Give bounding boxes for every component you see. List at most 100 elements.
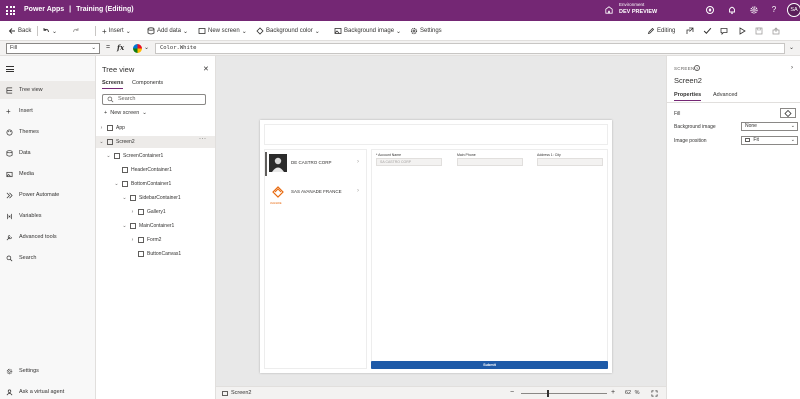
environment-name[interactable]: DEV PREVIEW	[619, 9, 657, 15]
back-button[interactable]: Back	[8, 26, 31, 36]
app-checker-icon[interactable]	[703, 26, 712, 36]
search-icon	[6, 255, 13, 261]
add-data-button[interactable]: Add data ⌄	[147, 26, 188, 36]
background-image-button[interactable]: Background image ⌄	[334, 26, 401, 36]
image-position-label: Image position	[674, 138, 707, 144]
current-screen[interactable]: Screen2	[222, 390, 252, 396]
fill-color-button[interactable]	[780, 108, 796, 118]
control-name[interactable]: Screen2	[674, 76, 702, 85]
zoom-slider-thumb[interactable]	[547, 390, 549, 397]
tree-node-main-container[interactable]: ⌄ MainContainer1	[122, 220, 174, 232]
image-position-dropdown[interactable]: Fit ⌄	[741, 136, 798, 145]
collapse-pane-icon[interactable]: ›	[791, 65, 793, 71]
tree-node-form[interactable]: › Form2	[130, 234, 161, 246]
copilot-icon[interactable]	[705, 5, 715, 15]
gear-icon	[410, 27, 418, 35]
container-icon	[122, 181, 128, 187]
user-avatar[interactable]: SA	[787, 3, 800, 17]
comments-icon[interactable]	[720, 26, 728, 36]
nav-item-variables[interactable]: Variables	[0, 207, 95, 225]
canvas-area[interactable]: DE CASTRO CORP › SAS AVANADE FRANCE › AV…	[216, 56, 666, 386]
play-icon[interactable]	[738, 26, 746, 36]
media-icon	[6, 171, 13, 177]
screen-icon	[107, 139, 113, 145]
nav-item-search[interactable]: Search	[0, 249, 95, 267]
share-icon[interactable]	[686, 26, 694, 36]
zoom-slider[interactable]	[521, 390, 607, 397]
editing-status[interactable]: Editing	[647, 26, 675, 36]
more-options-icon[interactable]: ···	[199, 136, 207, 142]
background-color-button[interactable]: Background color ⌄	[256, 26, 320, 36]
nav-item-themes[interactable]: Themes	[0, 123, 95, 141]
environment-icon	[605, 6, 613, 14]
expand-formula-icon[interactable]: ⌄	[789, 44, 794, 51]
chevron-down-icon: ⌄	[396, 28, 402, 35]
redo-button[interactable]	[72, 26, 80, 36]
property-dropdown[interactable]: Fill ⌄	[6, 43, 100, 54]
help-icon[interactable]: ?	[769, 5, 779, 15]
nav-item-insert[interactable]: + Insert	[0, 102, 95, 120]
notifications-icon[interactable]	[727, 5, 737, 15]
nav-item-advanced-tools[interactable]: Advanced tools	[0, 228, 95, 246]
new-screen-button[interactable]: + New screen ⌄	[104, 110, 147, 116]
zoom-in-button[interactable]: +	[611, 389, 615, 396]
color-picker-icon[interactable]	[133, 44, 142, 53]
hamburger-menu-icon[interactable]	[6, 66, 14, 72]
tree-node-gallery[interactable]: › Gallery1	[130, 206, 166, 218]
nav-item-virtual-agent[interactable]: Ask a virtual agent	[0, 383, 95, 399]
plus-icon: +	[102, 26, 107, 36]
nav-item-data[interactable]: Data	[0, 144, 95, 162]
gallery-item[interactable]: DE CASTRO CORP ›	[265, 150, 366, 179]
left-navigation: Tree view + Insert Themes Data Media Pow…	[0, 56, 96, 399]
nav-item-power-automate[interactable]: Power Automate	[0, 186, 95, 204]
tree-node-app[interactable]: › App	[99, 122, 125, 134]
sidebar-container[interactable]: DE CASTRO CORP › SAS AVANADE FRANCE › AV…	[264, 149, 367, 369]
tree-node-screen-container[interactable]: ⌄ ScreenContainer1	[106, 150, 163, 162]
new-screen-button[interactable]: New screen ⌄	[198, 26, 247, 36]
tree-node-sidebar-container[interactable]: ⌄ SidebarContainer1	[122, 192, 181, 204]
submit-button[interactable]: Submit	[371, 361, 608, 369]
profile-photo	[269, 154, 287, 172]
save-icon[interactable]	[755, 26, 763, 36]
formula-input[interactable]: Color.White	[155, 43, 785, 54]
chevron-right-icon[interactable]: ›	[357, 188, 359, 194]
nav-item-settings[interactable]: Settings	[0, 362, 95, 380]
settings-icon[interactable]	[749, 5, 759, 15]
publish-icon[interactable]	[772, 26, 780, 36]
chevron-down-icon: ⌄	[790, 123, 795, 129]
chevron-down-icon[interactable]: ⌄	[144, 44, 149, 51]
tree-node-screen2[interactable]: ⌄ Screen2	[99, 136, 135, 148]
account-name-input[interactable]: SA CASTRO CORP	[376, 158, 442, 166]
nav-item-media[interactable]: Media	[0, 165, 95, 183]
app-screen[interactable]: DE CASTRO CORP › SAS AVANADE FRANCE › AV…	[260, 120, 612, 373]
tree-node-button-canvas[interactable]: ButtonCanvas1	[130, 248, 181, 260]
city-input[interactable]	[537, 158, 603, 166]
main-container[interactable]: * Account Name SA CASTRO CORP Main Phone…	[371, 149, 608, 369]
header-container[interactable]	[264, 124, 608, 145]
insert-button[interactable]: + Insert ⌄	[102, 26, 131, 36]
tree-node-bottom-container[interactable]: ⌄ BottomContainer1	[114, 178, 171, 190]
database-icon	[6, 149, 13, 156]
tab-properties[interactable]: Properties	[674, 92, 702, 101]
close-icon[interactable]: ✕	[203, 65, 209, 73]
tree-node-header-container[interactable]: HeaderContainer1	[114, 164, 172, 176]
tab-components[interactable]: Components	[132, 80, 163, 86]
nav-item-tree-view[interactable]: Tree view	[0, 81, 95, 99]
tab-screens[interactable]: Screens	[102, 80, 124, 89]
new-screen-icon	[198, 28, 206, 34]
chevron-right-icon[interactable]: ›	[357, 159, 359, 165]
help-icon[interactable]: ?	[694, 65, 700, 71]
main-phone-input[interactable]	[457, 158, 523, 166]
tab-advanced[interactable]: Advanced	[713, 92, 737, 98]
app-launcher-icon[interactable]	[6, 6, 15, 15]
background-image-dropdown[interactable]: None ⌄	[741, 122, 798, 131]
function-icon[interactable]: fx	[117, 43, 124, 52]
fit-to-window-icon[interactable]	[651, 390, 658, 397]
settings-button[interactable]: Settings	[410, 26, 442, 36]
tree-search-input[interactable]: Search	[102, 94, 206, 105]
chevron-right-icon: ›	[131, 209, 134, 215]
zoom-out-button[interactable]: −	[510, 389, 514, 396]
undo-button[interactable]: ⌄	[42, 26, 57, 36]
chevron-down-icon: ⌄	[125, 28, 131, 35]
gallery-item[interactable]: SAS AVANADE FRANCE › AVANADE	[265, 179, 366, 208]
